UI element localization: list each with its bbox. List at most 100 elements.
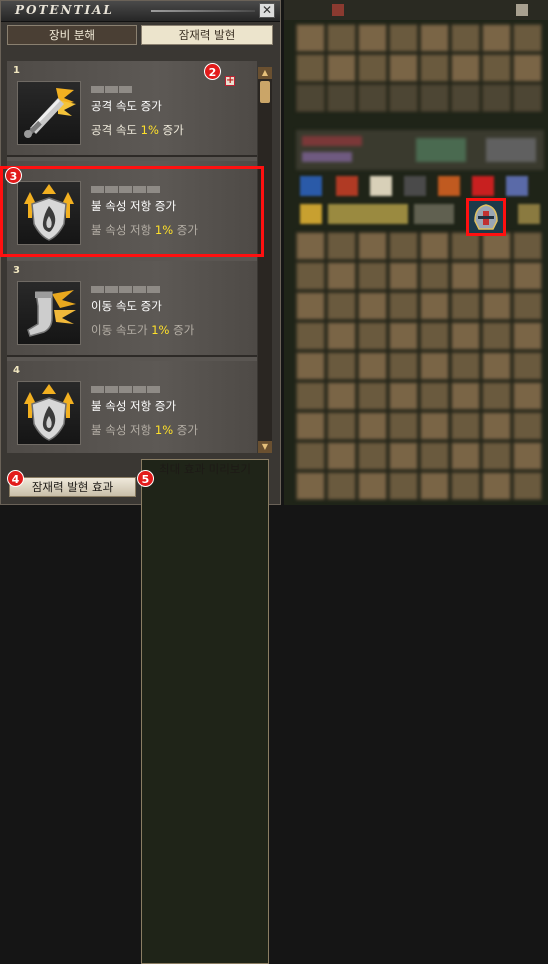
- inventory-slot[interactable]: [296, 84, 325, 112]
- inventory-slot[interactable]: [296, 262, 325, 290]
- potential-card-4[interactable]: 4 불 속성 저항 증가 불 속성 저항 1% 증가: [7, 361, 257, 453]
- inventory-slot[interactable]: [389, 472, 418, 500]
- inventory-slot[interactable]: [389, 442, 418, 470]
- inventory-slot[interactable]: [358, 412, 387, 440]
- inventory-slot[interactable]: [513, 24, 542, 52]
- inventory-slot[interactable]: [420, 382, 449, 410]
- inventory-slot[interactable]: [389, 322, 418, 350]
- inventory-slot[interactable]: [327, 472, 356, 500]
- inventory-slot[interactable]: [420, 24, 449, 52]
- inventory-slot[interactable]: [358, 442, 387, 470]
- inventory-slot[interactable]: [420, 54, 449, 82]
- inventory-slot[interactable]: [482, 54, 511, 82]
- inventory-slot[interactable]: [358, 382, 387, 410]
- inventory-slot[interactable]: [358, 292, 387, 320]
- inventory-slot[interactable]: [389, 54, 418, 82]
- inventory-slot[interactable]: [389, 84, 418, 112]
- inventory-slot[interactable]: [327, 232, 356, 260]
- inventory-slot[interactable]: [513, 54, 542, 82]
- expand-plus-icon[interactable]: +: [225, 76, 235, 86]
- inventory-slot[interactable]: [451, 382, 480, 410]
- scroll-down-arrow-icon[interactable]: ▼: [258, 441, 272, 453]
- inventory-slot[interactable]: [358, 352, 387, 380]
- inventory-slot[interactable]: [327, 24, 356, 52]
- inventory-slot[interactable]: [513, 84, 542, 112]
- inventory-slot[interactable]: [420, 472, 449, 500]
- inventory-slot[interactable]: [327, 322, 356, 350]
- selected-helmet-item[interactable]: [466, 198, 506, 236]
- potential-list-scrollbar[interactable]: ▲ ▼: [258, 67, 272, 453]
- inventory-slot[interactable]: [513, 412, 542, 440]
- inventory-slot[interactable]: [389, 292, 418, 320]
- inventory-slot[interactable]: [420, 84, 449, 112]
- inventory-slot[interactable]: [296, 352, 325, 380]
- inventory-slot[interactable]: [451, 292, 480, 320]
- inventory-slot[interactable]: [327, 262, 356, 290]
- inventory-slot[interactable]: [420, 262, 449, 290]
- inventory-slot[interactable]: [389, 352, 418, 380]
- tab-equipment-disassembly[interactable]: 장비 분해: [7, 25, 137, 45]
- inventory-slot[interactable]: [482, 84, 511, 112]
- inventory-slot[interactable]: [451, 84, 480, 112]
- inventory-slot[interactable]: [451, 352, 480, 380]
- inventory-slot[interactable]: [420, 322, 449, 350]
- window-titlebar[interactable]: POTENTIAL ✕: [1, 1, 280, 22]
- inventory-slot[interactable]: [327, 84, 356, 112]
- scroll-thumb[interactable]: [260, 81, 270, 103]
- inventory-slot[interactable]: [513, 322, 542, 350]
- tab-potential-awakening[interactable]: 잠재력 발현: [141, 25, 273, 45]
- inventory-slot[interactable]: [327, 382, 356, 410]
- inventory-slot[interactable]: [296, 472, 325, 500]
- inventory-slot[interactable]: [420, 352, 449, 380]
- inventory-slot[interactable]: [451, 442, 480, 470]
- inventory-slot[interactable]: [482, 262, 511, 290]
- inventory-slot[interactable]: [327, 412, 356, 440]
- inventory-slot[interactable]: [296, 382, 325, 410]
- inventory-slot[interactable]: [513, 232, 542, 260]
- inventory-slot[interactable]: [358, 54, 387, 82]
- inventory-slot[interactable]: [389, 382, 418, 410]
- inventory-slot[interactable]: [482, 352, 511, 380]
- inventory-slot[interactable]: [513, 292, 542, 320]
- inventory-slot[interactable]: [482, 472, 511, 500]
- inventory-slot[interactable]: [420, 442, 449, 470]
- scroll-up-arrow-icon[interactable]: ▲: [258, 67, 272, 79]
- inventory-slot[interactable]: [358, 232, 387, 260]
- inventory-slot[interactable]: [451, 412, 480, 440]
- inventory-slot[interactable]: [482, 442, 511, 470]
- inventory-slot[interactable]: [296, 54, 325, 82]
- inventory-slot[interactable]: [482, 412, 511, 440]
- inventory-slot[interactable]: [513, 352, 542, 380]
- inventory-slot[interactable]: [513, 472, 542, 500]
- max-effect-preview-button[interactable]: 최대 효과 미리보기: [141, 459, 269, 964]
- potential-effect-button[interactable]: 잠재력 발현 효과: [9, 477, 136, 497]
- inventory-slot[interactable]: [482, 292, 511, 320]
- inventory-slot[interactable]: [296, 24, 325, 52]
- inventory-slot[interactable]: [451, 54, 480, 82]
- inventory-slot[interactable]: [482, 382, 511, 410]
- inventory-slot[interactable]: [296, 292, 325, 320]
- inventory-slot[interactable]: [420, 232, 449, 260]
- inventory-slot[interactable]: [358, 322, 387, 350]
- inventory-slot[interactable]: [451, 24, 480, 52]
- inventory-slot[interactable]: [327, 442, 356, 470]
- inventory-slot[interactable]: [327, 292, 356, 320]
- inventory-slot[interactable]: [358, 24, 387, 52]
- inventory-slot[interactable]: [451, 262, 480, 290]
- close-button[interactable]: ✕: [259, 3, 275, 18]
- inventory-slot[interactable]: [389, 412, 418, 440]
- inventory-slot[interactable]: [327, 54, 356, 82]
- inventory-slot[interactable]: [296, 442, 325, 470]
- inventory-slot[interactable]: [513, 442, 542, 470]
- inventory-slot[interactable]: [389, 24, 418, 52]
- inventory-slot[interactable]: [358, 84, 387, 112]
- inventory-slot[interactable]: [389, 232, 418, 260]
- inventory-slot[interactable]: [482, 24, 511, 52]
- inventory-slot[interactable]: [327, 352, 356, 380]
- inventory-slot[interactable]: [358, 472, 387, 500]
- inventory-slot[interactable]: [451, 472, 480, 500]
- potential-card-3[interactable]: 3 이동 속도 증가 이동 속도가 1% 증가: [7, 261, 257, 357]
- inventory-slot[interactable]: [296, 322, 325, 350]
- inventory-slot[interactable]: [482, 322, 511, 350]
- inventory-slot[interactable]: [358, 262, 387, 290]
